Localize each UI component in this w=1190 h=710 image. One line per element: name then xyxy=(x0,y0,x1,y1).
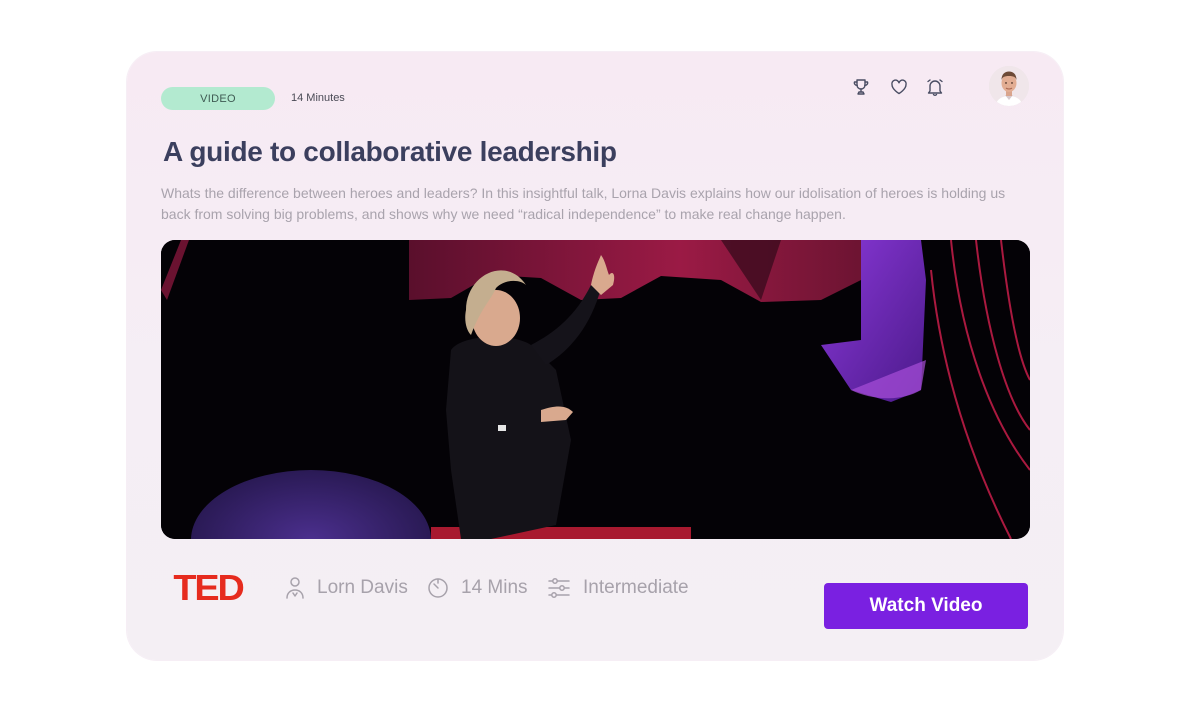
content-card: VIDEO 14 Minutes A guide to collaborativ… xyxy=(127,52,1063,660)
level-meta: Intermediate xyxy=(547,566,689,610)
heart-icon[interactable] xyxy=(888,76,910,98)
length-meta: 14 Mins xyxy=(427,566,528,610)
ted-logo: TED xyxy=(173,567,244,608)
page-title: A guide to collaborative leadership xyxy=(163,136,617,167)
trophy-icon[interactable] xyxy=(850,76,872,98)
content-type-badge: VIDEO xyxy=(161,87,275,110)
difficulty-level: Intermediate xyxy=(583,577,689,598)
duration-label: 14 Minutes xyxy=(291,92,345,104)
watch-video-button[interactable]: Watch Video xyxy=(824,583,1028,629)
sliders-icon xyxy=(547,577,571,599)
speaker-icon xyxy=(283,575,307,601)
video-thumbnail[interactable] xyxy=(161,240,1030,539)
timer-icon xyxy=(427,577,449,599)
speaker-meta: Lorn Davis xyxy=(283,566,408,610)
bell-icon[interactable] xyxy=(924,76,946,98)
speaker-name: Lorn Davis xyxy=(317,577,408,598)
video-length: 14 Mins xyxy=(461,577,528,598)
description: Whats the difference between heroes and … xyxy=(161,185,1006,222)
avatar[interactable] xyxy=(989,66,1029,106)
